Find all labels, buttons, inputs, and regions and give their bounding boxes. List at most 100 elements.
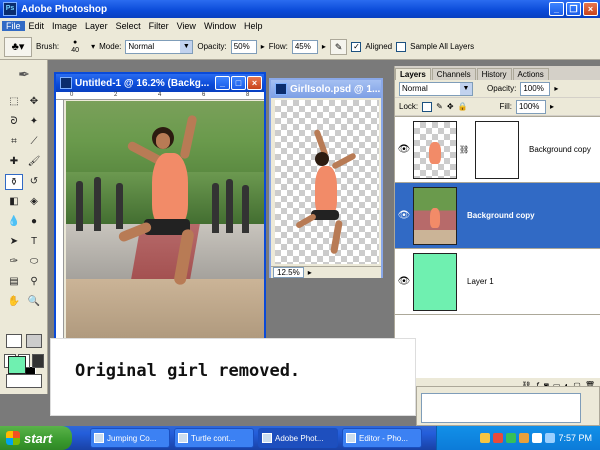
tray-icon[interactable] <box>519 433 530 443</box>
menu-view[interactable]: View <box>173 21 200 31</box>
windows-logo-icon <box>6 431 20 445</box>
opacity-input[interactable]: 50% <box>230 39 257 54</box>
tab-channels[interactable]: Channels <box>431 68 476 80</box>
eye-icon[interactable]: 👁 <box>395 210 413 221</box>
menu-bar: File Edit Image Layer Select Filter View… <box>0 18 600 34</box>
brush-tool-icon[interactable]: 🖌 <box>25 154 43 170</box>
taskbar-item-turtle[interactable]: Turtle cont... <box>174 428 254 448</box>
doc-maximize-button[interactable]: □ <box>231 76 246 90</box>
shape-tool-icon[interactable]: ⬭ <box>25 254 43 270</box>
healing-brush-icon[interactable]: ✚ <box>5 154 23 170</box>
aligned-label: Aligned <box>365 42 393 51</box>
standard-mode-icon[interactable] <box>6 334 22 348</box>
jump-to-imageready-icon[interactable] <box>6 374 42 388</box>
path-selection-icon[interactable]: ➤ <box>5 234 23 250</box>
menu-window[interactable]: Window <box>200 21 240 31</box>
blend-mode-select[interactable]: Normal ▼ <box>399 81 473 96</box>
volume-icon[interactable] <box>532 433 543 443</box>
tray-icon[interactable] <box>480 433 491 443</box>
doc-close-button[interactable]: × <box>247 76 262 90</box>
brush-arrow-icon[interactable]: ▾ <box>91 42 95 51</box>
document-canvas-photo[interactable] <box>66 101 264 338</box>
restore-button[interactable]: ❐ <box>566 2 581 16</box>
layer-mask-thumbnail[interactable] <box>475 120 519 179</box>
flow-arrow-icon[interactable]: ▸ <box>322 42 326 51</box>
layer-row-background-copy[interactable]: 👁 Background copy <box>395 183 600 249</box>
history-brush-icon[interactable]: ↺ <box>25 174 43 190</box>
mode-select[interactable]: Normal ▼ <box>125 39 194 54</box>
airbrush-icon[interactable]: ✎ <box>329 38 348 55</box>
fill-input[interactable]: 100% <box>515 99 546 114</box>
crop-tool-icon[interactable]: ⌗ <box>5 134 23 150</box>
eye-icon[interactable]: 👁 <box>395 144 413 155</box>
notes-tool-icon[interactable]: ▤ <box>5 274 23 290</box>
doc-minimize-button[interactable]: _ <box>215 76 230 90</box>
app-title: Adobe Photoshop <box>21 3 108 15</box>
dodge-tool-icon[interactable]: ● <box>25 214 43 230</box>
tool-preset-picker[interactable]: ♣▾ <box>4 36 32 57</box>
fill-slider-arrow-icon[interactable]: ▸ <box>550 102 554 111</box>
menu-select[interactable]: Select <box>112 21 145 31</box>
aligned-checkbox[interactable]: ✓ <box>351 41 362 52</box>
eyedropper-icon[interactable]: ⚲ <box>25 274 43 290</box>
type-tool-icon[interactable]: T <box>25 234 43 250</box>
opacity-slider-arrow-icon[interactable]: ▸ <box>554 84 558 93</box>
palette-tabs: Layers Channels History Actions <box>395 66 600 80</box>
layer-row-background-copy-masked[interactable]: 👁 ⛓ Background copy <box>395 117 600 183</box>
document-window-girlisolo[interactable]: GirlIsolo.psd @ 1... 12.5% ▸ <box>269 78 383 278</box>
feather-icon[interactable]: ✒ <box>4 66 44 84</box>
eraser-tool-icon[interactable]: ◧ <box>5 194 23 210</box>
opacity-arrow-icon[interactable]: ▸ <box>261 42 265 51</box>
magic-wand-icon[interactable]: ✦ <box>25 114 43 130</box>
sample-all-layers-checkbox[interactable] <box>396 41 407 52</box>
lock-paint-icon[interactable]: ✎ <box>436 102 443 111</box>
clone-stamp-icon[interactable]: ⚱ <box>5 174 23 190</box>
hand-tool-icon[interactable]: ✋ <box>5 294 23 310</box>
blur-tool-icon[interactable]: 💧 <box>5 214 23 230</box>
taskbar-item-editor[interactable]: Editor - Pho... <box>342 428 422 448</box>
menu-file[interactable]: File <box>2 21 25 31</box>
minimize-button[interactable]: _ <box>549 2 564 16</box>
slice-tool-icon[interactable]: ⟋ <box>25 134 43 150</box>
layer-opacity-label: Opacity: <box>487 84 517 93</box>
network-icon[interactable] <box>545 433 556 443</box>
document-title-bar[interactable]: Untitled-1 @ 16.2% (Backg... _ □ × <box>56 74 264 92</box>
foreground-color-swatch[interactable] <box>8 356 26 374</box>
document-window-untitled[interactable]: Untitled-1 @ 16.2% (Backg... _ □ × 0 2 4… <box>54 72 266 340</box>
taskbar-item-photoshop[interactable]: Adobe Phot... <box>258 428 338 448</box>
menu-image[interactable]: Image <box>48 21 81 31</box>
flow-input[interactable]: 45% <box>291 39 318 54</box>
zoom-tool-icon[interactable]: 🔍 <box>25 294 43 310</box>
layer-row-layer-1[interactable]: 👁 Layer 1 <box>395 249 600 315</box>
lock-all-icon[interactable]: 🔒 <box>458 102 468 111</box>
menu-edit[interactable]: Edit <box>25 21 49 31</box>
marquee-tool-icon[interactable]: ⬚ <box>5 94 23 110</box>
pen-tool-icon[interactable]: ✑ <box>5 254 23 270</box>
tray-icon[interactable] <box>506 433 517 443</box>
tray-icon[interactable] <box>493 433 504 443</box>
screen-mode-full-icon[interactable] <box>32 354 44 368</box>
chain-link-icon[interactable]: ⛓ <box>459 145 469 154</box>
layer-opacity-input[interactable]: 100% <box>520 81 551 96</box>
lock-transparency-icon[interactable] <box>422 101 433 112</box>
menu-help[interactable]: Help <box>240 21 267 31</box>
eye-icon[interactable]: 👁 <box>395 276 413 287</box>
close-button[interactable]: × <box>583 2 598 16</box>
brush-picker[interactable]: ● 40 <box>63 39 87 55</box>
tab-actions[interactable]: Actions <box>512 68 549 80</box>
start-button[interactable]: start <box>0 426 72 450</box>
quick-mask-icon[interactable] <box>26 334 42 348</box>
status-menu-arrow-icon[interactable]: ▸ <box>308 268 312 277</box>
zoom-level[interactable]: 12.5% <box>273 267 304 278</box>
lock-move-icon[interactable]: ✥ <box>447 102 454 111</box>
tab-layers[interactable]: Layers <box>395 68 431 80</box>
menu-filter[interactable]: Filter <box>145 21 173 31</box>
taskbar-item-jumping[interactable]: Jumping Co... <box>90 428 170 448</box>
lasso-tool-icon[interactable]: ᘐ <box>5 114 23 130</box>
paint-bucket-icon[interactable]: ◈ <box>25 194 43 210</box>
menu-layer[interactable]: Layer <box>81 21 112 31</box>
tab-history[interactable]: History <box>476 68 512 80</box>
transparent-canvas[interactable] <box>275 100 379 264</box>
move-tool-icon[interactable]: ✥ <box>25 94 43 110</box>
document-title-bar-2[interactable]: GirlIsolo.psd @ 1... <box>271 80 381 98</box>
